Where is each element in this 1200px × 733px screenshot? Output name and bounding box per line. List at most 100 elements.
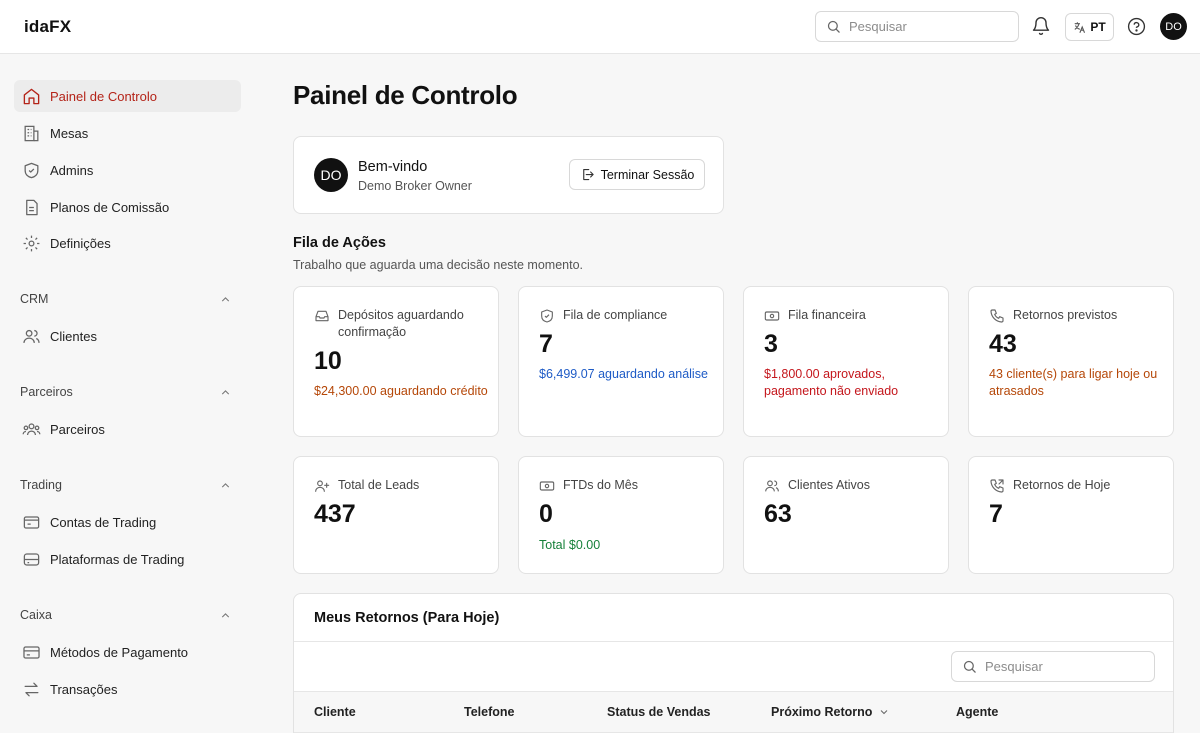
sidebar-item-desks[interactable]: Mesas xyxy=(14,117,241,149)
column-header-next-callback[interactable]: Próximo Retorno xyxy=(771,705,890,719)
logout-button[interactable]: Terminar Sessão xyxy=(569,159,705,190)
help-icon xyxy=(1127,17,1146,36)
card-value: 7 xyxy=(539,330,553,358)
queue-card-finance[interactable]: Fila financeira 3 $1,800.00 aprovados, p… xyxy=(743,286,949,437)
wallet-icon xyxy=(21,512,41,532)
sidebar-item-label: Parceiros xyxy=(50,421,105,437)
queue-card-compliance[interactable]: Fila de compliance 7 $6,499.07 aguardand… xyxy=(518,286,724,437)
sidebar-item-label: Painel de Controlo xyxy=(50,88,157,104)
card-label: Retornos de Hoje xyxy=(1013,478,1111,492)
help-button[interactable] xyxy=(1127,17,1146,41)
card-label: FTDs do Mês xyxy=(563,478,639,492)
sidebar-item-label: Métodos de Pagamento xyxy=(50,644,189,660)
logout-label: Terminar Sessão xyxy=(600,167,695,182)
queue-card-callbacks[interactable]: Retornos previstos 43 43 cliente(s) para… xyxy=(968,286,1174,437)
sidebar-item-label: Plataformas de Trading xyxy=(50,551,185,567)
banknote-icon xyxy=(764,311,780,321)
top-bar: idaFX PT DO xyxy=(0,0,1200,54)
table-search-input[interactable] xyxy=(985,659,1135,674)
stat-card-active-clients[interactable]: Clientes Ativos 63 xyxy=(743,456,949,574)
welcome-role: Demo Broker Owner xyxy=(358,179,472,193)
users-icon xyxy=(765,480,779,492)
my-callbacks-panel: Meus Retornos (Para Hoje) Cliente Telefo… xyxy=(293,593,1174,733)
card-note: $1,800.00 aprovados, pagamento não envia… xyxy=(764,367,899,398)
shield-check-icon xyxy=(541,309,553,323)
section-cashier-header[interactable]: Caixa xyxy=(20,608,232,622)
phone-icon xyxy=(990,309,1004,323)
sidebar-item-transactions[interactable]: Transações xyxy=(14,673,241,705)
chevron-up-icon xyxy=(221,612,230,618)
sidebar-item-label: Clientes xyxy=(50,328,97,344)
sidebar-item-clients[interactable]: Clientes xyxy=(14,320,241,352)
language-switcher[interactable]: PT xyxy=(1065,13,1114,41)
inbox-icon xyxy=(315,310,329,322)
chevron-up-icon xyxy=(221,389,230,395)
search-icon xyxy=(827,20,840,33)
sidebar-item-payment-methods[interactable]: Métodos de Pagamento xyxy=(14,636,241,668)
search-icon xyxy=(963,660,976,673)
section-trading-header[interactable]: Trading xyxy=(20,478,232,492)
sidebar-item-label: Transações xyxy=(50,681,118,697)
panel-title: Meus Retornos (Para Hoje) xyxy=(314,610,500,626)
stat-card-ftds[interactable]: FTDs do Mês 0 Total $0.00 xyxy=(518,456,724,574)
sidebar-item-trading-accounts[interactable]: Contas de Trading xyxy=(14,506,241,538)
welcome-card: DO Bem-vindo Demo Broker Owner Terminar … xyxy=(293,136,724,214)
column-header-agent[interactable]: Agente xyxy=(956,705,998,719)
notifications-button[interactable] xyxy=(1031,16,1051,41)
card-label: Fila de compliance xyxy=(563,308,668,322)
section-title: Parceiros xyxy=(20,385,73,399)
table-header: Cliente Telefone Status de Vendas Próxim… xyxy=(294,691,1173,733)
gear-icon xyxy=(21,233,41,253)
card-label: Fila financeira xyxy=(788,308,866,322)
sidebar-item-label: Definições xyxy=(50,235,111,251)
sidebar: Painel de Controlo Mesas Admins Planos d… xyxy=(0,54,256,733)
chevron-up-icon xyxy=(221,296,230,302)
sidebar-item-admins[interactable]: Admins xyxy=(14,154,241,186)
sidebar-item-settings[interactable]: Definições xyxy=(14,227,241,259)
brand-logo[interactable]: idaFX xyxy=(24,17,71,37)
column-header-sales-status[interactable]: Status de Vendas xyxy=(607,705,711,719)
card-value: 3 xyxy=(764,330,778,358)
card-value: 7 xyxy=(989,500,1003,528)
stat-card-todays-callbacks[interactable]: Retornos de Hoje 7 xyxy=(968,456,1174,574)
global-search[interactable] xyxy=(815,11,1019,42)
card-note: 43 cliente(s) para ligar hoje ou atrasad… xyxy=(989,367,1158,398)
sidebar-item-dashboard[interactable]: Painel de Controlo xyxy=(14,80,241,112)
phone-outgoing-icon xyxy=(990,479,1004,493)
card-label: Clientes Ativos xyxy=(788,478,870,492)
section-crm-header[interactable]: CRM xyxy=(20,292,232,306)
sidebar-item-label: Mesas xyxy=(50,125,89,141)
page-title: Painel de Controlo xyxy=(293,80,518,110)
sidebar-item-label: Planos de Comissão xyxy=(50,199,170,215)
language-code: PT xyxy=(1090,20,1106,34)
table-search[interactable] xyxy=(951,651,1155,682)
chevron-up-icon xyxy=(221,482,230,488)
section-partners-header[interactable]: Parceiros xyxy=(20,385,232,399)
card-note: $24,300.00 aguardando crédito xyxy=(314,384,488,398)
sidebar-item-partners[interactable]: Parceiros xyxy=(14,413,241,445)
queue-card-deposits[interactable]: Depósitos aguardando confirmação 10 $24,… xyxy=(293,286,499,437)
stat-card-total-leads[interactable]: Total de Leads 437 xyxy=(293,456,499,574)
card-value: 10 xyxy=(314,347,342,375)
card-value: 43 xyxy=(989,330,1017,358)
welcome-greeting: Bem-vindo xyxy=(358,159,428,175)
global-search-input[interactable] xyxy=(849,19,999,34)
sidebar-item-commission-plans[interactable]: Planos de Comissão xyxy=(14,191,241,223)
column-header-phone[interactable]: Telefone xyxy=(464,705,514,719)
logout-icon xyxy=(582,168,594,181)
sidebar-item-trading-platforms[interactable]: Plataformas de Trading xyxy=(14,543,241,575)
card-value: 0 xyxy=(539,500,553,528)
section-title: Trading xyxy=(20,478,62,492)
bell-icon xyxy=(1032,17,1050,36)
action-queue-title: Fila de Ações xyxy=(293,235,386,251)
partners-icon xyxy=(21,419,41,439)
user-plus-icon xyxy=(315,480,330,492)
column-header-client[interactable]: Cliente xyxy=(314,705,356,719)
user-avatar[interactable]: DO xyxy=(1160,13,1187,40)
card-label: Retornos previstos xyxy=(1013,308,1118,322)
card-value: 63 xyxy=(764,500,792,528)
chevron-down-icon xyxy=(881,710,888,715)
document-icon xyxy=(21,197,41,217)
action-queue-subtitle: Trabalho que aguarda uma decisão neste m… xyxy=(293,258,583,272)
sidebar-item-label: Contas de Trading xyxy=(50,514,157,530)
